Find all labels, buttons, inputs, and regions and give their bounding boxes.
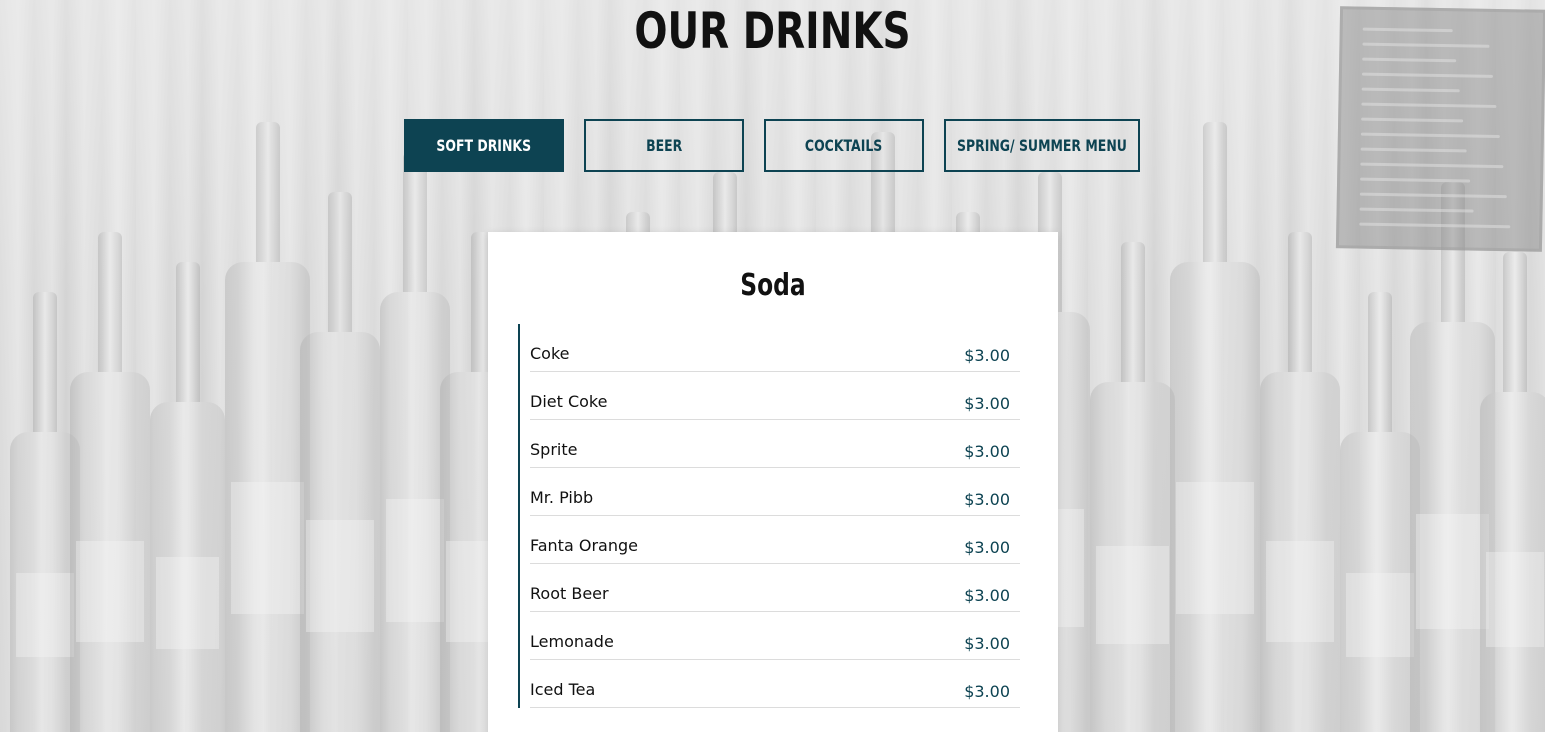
drink-list: Coke $3.00 Diet Coke $3.00 Sprite $3.00 Mr.… [518, 324, 1020, 708]
section-title-text: Soda [739, 268, 806, 303]
list-item: Sprite $3.00 [530, 420, 1020, 468]
tab-label: COCKTAILS [805, 136, 883, 155]
drink-price: $3.00 [964, 586, 1010, 605]
tab-cocktails[interactable]: COCKTAILS [764, 119, 924, 172]
drink-price: $3.00 [964, 442, 1010, 461]
drink-name: Fanta Orange [530, 536, 638, 555]
tab-label: SPRING/ SUMMER MENU [957, 136, 1127, 155]
drink-price: $3.00 [964, 346, 1010, 365]
list-item: Coke $3.00 [530, 324, 1020, 372]
tab-beer[interactable]: BEER [584, 119, 744, 172]
tab-label: SOFT DRINKS [436, 136, 532, 155]
tab-soft-drinks[interactable]: SOFT DRINKS [404, 119, 564, 172]
page-title: OUR DRINKS [634, 2, 911, 60]
list-item: Root Beer $3.00 [530, 564, 1020, 612]
drink-name: Lemonade [530, 632, 614, 651]
drink-name: Diet Coke [530, 392, 608, 411]
drink-name: Root Beer [530, 584, 609, 603]
drink-name: Sprite [530, 440, 578, 459]
drink-price: $3.00 [964, 634, 1010, 653]
list-item: Diet Coke $3.00 [530, 372, 1020, 420]
tab-label: BEER [645, 136, 683, 155]
drink-price: $3.00 [964, 682, 1010, 701]
list-item: Mr. Pibb $3.00 [530, 468, 1020, 516]
list-item: Fanta Orange $3.00 [530, 516, 1020, 564]
drink-price: $3.00 [964, 394, 1010, 413]
drink-name: Coke [530, 344, 570, 363]
drink-price: $3.00 [964, 538, 1010, 557]
tab-spring-summer-menu[interactable]: SPRING/ SUMMER MENU [944, 119, 1140, 172]
drink-name: Mr. Pibb [530, 488, 594, 507]
drink-name: Iced Tea [530, 680, 596, 699]
section-title: Soda [0, 268, 1545, 303]
list-item: Iced Tea $3.00 [530, 660, 1020, 708]
drink-price: $3.00 [964, 490, 1010, 509]
list-item: Lemonade $3.00 [530, 612, 1020, 660]
